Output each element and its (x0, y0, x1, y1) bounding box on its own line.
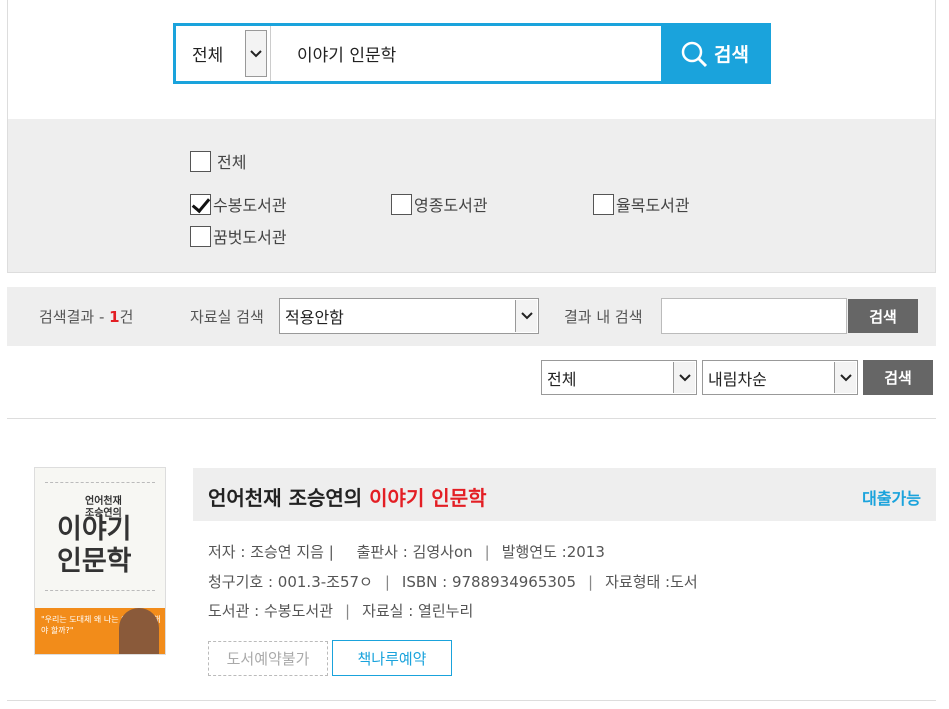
cover-decoration (45, 482, 155, 483)
search-icon (681, 41, 708, 67)
sort-field-value: 전체 (547, 369, 577, 389)
checkbox[interactable] (190, 225, 211, 247)
chevron-down-icon[interactable] (673, 362, 695, 393)
checkbox[interactable] (190, 150, 211, 172)
within-search-label: 결과 내 검색 (564, 308, 643, 326)
library-label: 꿈벗도서관 (213, 228, 287, 247)
cover-decoration (45, 590, 155, 591)
checkbox-checked[interactable] (190, 193, 211, 215)
checkbox[interactable] (391, 193, 412, 215)
room: 자료실 : 열린누리 (362, 602, 474, 620)
book-cover[interactable]: 언어천재 조승연의 이야기 인문학 "우리는 도대체 왜 나는 인문학을 해야 … (34, 467, 166, 655)
library-filter-panel: 전체 수봉도서관 영종도서관 율목도서관 꿈벗도서관 (7, 119, 936, 273)
search-button-label: 검색 (714, 44, 749, 66)
reserve-disabled-button: 도서예약불가 (208, 641, 328, 676)
result-meta-row-3: 도서관 : 수봉도서관 | 자료실 : 열린누리 (208, 602, 474, 620)
library-checkbox-all[interactable]: 전체 (190, 149, 246, 173)
search-input[interactable]: 이야기 인문학 (271, 26, 661, 81)
results-bar: 검색결과 - 1건 자료실 검색 적용안함 결과 내 검색 검색 (7, 287, 936, 346)
chevron-down-icon[interactable] (834, 362, 856, 393)
within-search-input[interactable] (661, 298, 847, 334)
sort-field-select[interactable]: 전체 (541, 360, 697, 395)
publisher: 출판사 : 김영사on (356, 543, 473, 561)
library-label-all: 전체 (217, 153, 247, 172)
material-type: 자료형태 :도서 (605, 573, 698, 591)
search-input-value: 이야기 인문학 (297, 46, 397, 66)
cover-big-title-2: 인문학 (57, 546, 132, 577)
library-checkbox-yulmok[interactable]: 율목도서관 (593, 192, 690, 216)
room-select[interactable]: 적용안함 (279, 298, 539, 334)
library-checkbox-yeongjong[interactable]: 영종도서관 (391, 192, 488, 216)
search-button[interactable]: 검색 (661, 26, 768, 81)
room-search-label: 자료실 검색 (190, 308, 264, 326)
result-count-number: 1 (109, 308, 120, 326)
result-title[interactable]: 언어천재 조승연의 이야기 인문학 (208, 482, 487, 511)
divider (7, 700, 936, 701)
sort-order-value: 내림차순 (708, 369, 767, 389)
chaeknaru-reserve-button[interactable]: 책나루예약 (332, 640, 452, 676)
result-title-highlight: 이야기 인문학 (369, 486, 487, 510)
result-meta-row-2: 청구기호 : 001.3-조57ㅇ | ISBN : 9788934965305 | 자… (208, 573, 698, 591)
library-label: 수봉도서관 (213, 196, 287, 215)
result-title-prefix: 언어천재 조승연의 (208, 486, 370, 510)
room-select-value: 적용안함 (285, 308, 344, 327)
isbn: ISBN : 9788934965305 (401, 573, 577, 591)
result-title-bar: 언어천재 조승연의 이야기 인문학 대출가능 (193, 468, 936, 521)
sort-search-button-label: 검색 (884, 369, 912, 387)
cover-big-title: 이야기 인문학 (57, 514, 132, 578)
library: 도서관 : 수봉도서관 (208, 602, 333, 620)
within-search-button[interactable]: 검색 (848, 299, 918, 333)
result-count-prefix: 검색결과 - (39, 308, 110, 326)
search-scope-value: 전체 (192, 46, 224, 66)
author: 저자 : 조승연 지음 | (208, 543, 334, 561)
availability-status: 대출가능 (862, 489, 921, 508)
sort-order-select[interactable]: 내림차순 (702, 360, 858, 395)
chevron-down-icon[interactable] (245, 30, 267, 77)
result-count: 검색결과 - 1건 (39, 306, 133, 327)
call-number: 청구기호 : 001.3-조57ㅇ (208, 573, 373, 591)
sort-search-button[interactable]: 검색 (863, 360, 933, 395)
publish-year: 발행연도 :2013 (501, 543, 605, 561)
library-label: 율목도서관 (616, 196, 690, 215)
divider (7, 418, 936, 419)
author-photo (119, 608, 159, 654)
result-meta-row-1: 저자 : 조승연 지음 | 출판사 : 김영사on | 발행연도 :2013 (208, 543, 605, 561)
result-count-suffix: 건 (119, 308, 134, 326)
search-scope-select[interactable]: 전체 (176, 26, 271, 81)
within-search-button-label: 검색 (869, 307, 897, 326)
cover-big-title-1: 이야기 (57, 514, 132, 545)
library-label: 영종도서관 (414, 196, 488, 215)
library-checkbox-kkumbeot[interactable]: 꿈벗도서관 (190, 224, 287, 248)
search-bar: 전체 이야기 인문학 검색 (173, 23, 771, 84)
checkbox[interactable] (593, 193, 614, 215)
chevron-down-icon[interactable] (515, 300, 537, 332)
cover-small-title-1: 언어천재 (85, 496, 122, 507)
library-checkbox-subong[interactable]: 수봉도서관 (190, 192, 287, 216)
